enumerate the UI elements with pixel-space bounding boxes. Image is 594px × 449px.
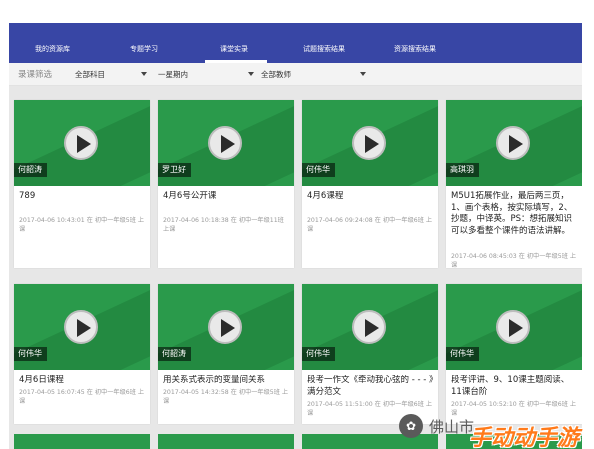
card-meta: 2017-04-06 10:18:38 在 初中一年级11班 上课 — [163, 217, 284, 233]
nav-tab-classroom-recordings[interactable]: 课堂实录 — [220, 44, 248, 54]
play-icon[interactable] — [496, 310, 530, 344]
top-navigation-bar: 我的资源库 专题学习 课堂实录 试题搜索结果 资源搜索结果 — [9, 23, 582, 63]
recording-card[interactable]: 何韶涛 用关系式表示的变量间关系 2017-04-05 14:32:58 在 初… — [158, 284, 294, 424]
play-icon[interactable] — [208, 310, 242, 344]
period-dropdown-arrow-icon[interactable] — [248, 72, 254, 76]
video-thumbnail[interactable]: 何韶涛 — [158, 284, 294, 370]
teacher-tag: 何韶涛 — [158, 347, 191, 361]
nav-tab-topic-study[interactable]: 专题学习 — [130, 44, 158, 54]
play-icon[interactable] — [208, 126, 242, 160]
teacher-tag: 何伟华 — [302, 163, 335, 177]
teacher-tag: 何韶涛 — [14, 163, 47, 177]
watermark-brand: 手动动手游 — [469, 426, 580, 449]
card-title[interactable]: 4月6号公开课 — [163, 191, 291, 203]
card-meta: 2017-04-05 14:32:58 在 初中一年级5班 上课 — [163, 389, 289, 405]
card-meta: 2017-04-05 16:07:45 在 初中一年级6班 上课 — [19, 389, 145, 405]
nav-tab-resource-search-results[interactable]: 资源搜索结果 — [394, 44, 436, 54]
watermark-text: 佛山市 — [429, 418, 475, 436]
video-thumbnail[interactable]: 罗卫好 — [158, 100, 294, 186]
filter-label: 录课筛选 — [18, 70, 53, 80]
card-title[interactable]: 段考评讲、9、10课主题阅读、11课台阶 — [451, 375, 579, 398]
card-meta: 2017-04-06 08:45:03 在 初中一年级5班 上课 — [451, 253, 577, 268]
video-thumbnail[interactable]: 何韶涛 — [14, 100, 150, 186]
subject-dropdown-arrow-icon[interactable] — [141, 72, 147, 76]
video-thumbnail[interactable]: 何伟华 — [14, 284, 150, 370]
play-icon[interactable] — [352, 310, 386, 344]
card-title[interactable]: 段考一作文《牵动我心弦的 - - - 》满分范文 — [307, 375, 435, 398]
video-thumbnail[interactable]: 何伟华 — [446, 284, 582, 370]
nav-tab-my-resources[interactable]: 我的资源库 — [35, 44, 70, 54]
period-select[interactable]: 一星期内 — [158, 69, 188, 80]
recording-card[interactable]: 何伟华 4月6课程 2017-04-06 09:24:08 在 初中一年级6班 … — [302, 100, 438, 268]
card-title[interactable]: 789 — [19, 191, 147, 203]
play-icon[interactable] — [352, 126, 386, 160]
teacher-tag: 何伟华 — [446, 347, 479, 361]
teacher-dropdown-arrow-icon[interactable] — [360, 72, 366, 76]
watermark: ✿ 佛山市 手动动手游 — [399, 406, 594, 449]
teacher-tag: 高琪羽 — [446, 163, 479, 177]
play-icon[interactable] — [64, 126, 98, 160]
card-meta: 2017-04-06 10:43:01 在 初中一年级5班 上课 — [19, 217, 145, 233]
recording-card[interactable]: 高琪羽 M5U1拓展作业，最后两三页，1、画个表格，按实际填写，2、抄题，中译英… — [446, 100, 582, 268]
recording-card[interactable]: 罗卫好 4月6号公开课 2017-04-06 10:18:38 在 初中一年级1… — [158, 100, 294, 268]
teacher-tag: 何伟华 — [14, 347, 47, 361]
card-title[interactable]: M5U1拓展作业，最后两三页，1、画个表格，按实际填写，2、抄题，中译英。PS：… — [451, 191, 579, 249]
wechat-logo-icon: ✿ — [399, 414, 423, 438]
filter-bar: 录课筛选 全部科目 一星期内 全部教师 — [9, 63, 582, 86]
teacher-select[interactable]: 全部教师 — [261, 69, 291, 80]
recording-card[interactable]: 何伟华 段考评讲、9、10课主题阅读、11课台阶 2017-04-05 10:5… — [446, 284, 582, 424]
recording-card[interactable]: 何韶涛 789 2017-04-06 10:43:01 在 初中一年级5班 上课 — [14, 100, 150, 268]
video-thumbnail[interactable]: 何伟华 — [302, 284, 438, 370]
recording-card-partial[interactable] — [14, 434, 150, 449]
card-meta: 2017-04-06 09:24:08 在 初中一年级6班 上课 — [307, 217, 433, 233]
recording-card[interactable]: 何伟华 段考一作文《牵动我心弦的 - - - 》满分范文 2017-04-05 … — [302, 284, 438, 424]
subject-select[interactable]: 全部科目 — [75, 69, 105, 80]
recording-card[interactable]: 何伟华 4月6日课程 2017-04-05 16:07:45 在 初中一年级6班… — [14, 284, 150, 424]
recordings-grid: 何韶涛 789 2017-04-06 10:43:01 在 初中一年级5班 上课… — [9, 86, 582, 449]
teacher-tag: 罗卫好 — [158, 163, 191, 177]
play-icon[interactable] — [496, 126, 530, 160]
video-thumbnail[interactable]: 高琪羽 — [446, 100, 582, 186]
card-title[interactable]: 4月6日课程 — [19, 375, 147, 387]
nav-tab-question-search-results[interactable]: 试题搜索结果 — [303, 44, 345, 54]
video-thumbnail[interactable]: 何伟华 — [302, 100, 438, 186]
card-title[interactable]: 用关系式表示的变量间关系 — [163, 375, 291, 387]
play-icon[interactable] — [64, 310, 98, 344]
recording-card-partial[interactable] — [158, 434, 294, 449]
teacher-tag: 何伟华 — [302, 347, 335, 361]
card-title[interactable]: 4月6课程 — [307, 191, 435, 203]
